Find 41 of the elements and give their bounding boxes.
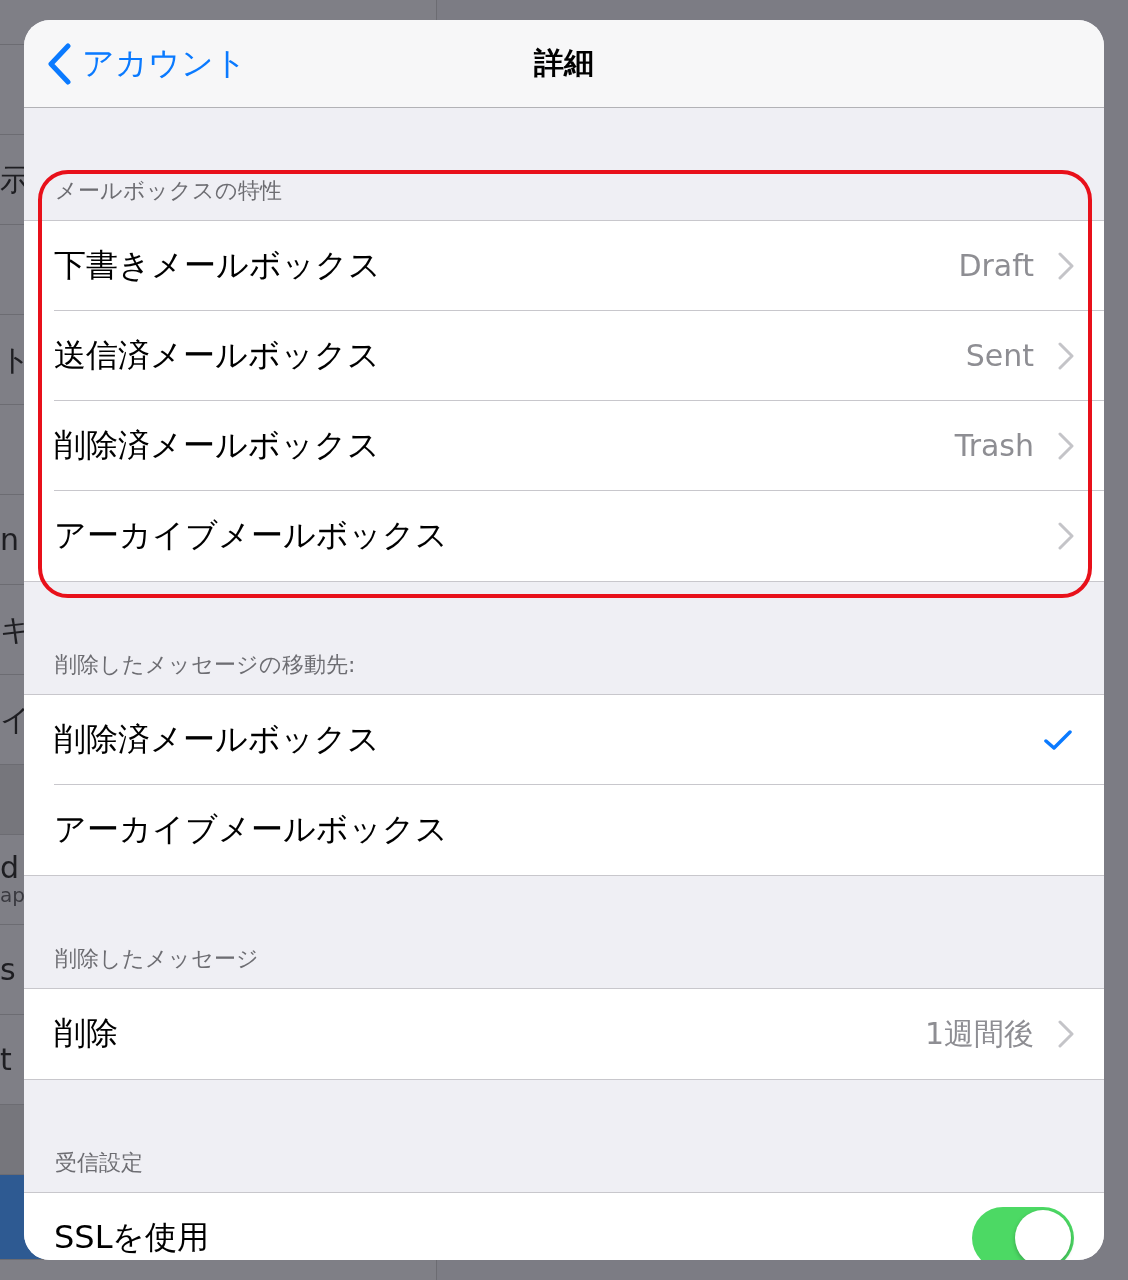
chevron-icon	[1058, 251, 1074, 280]
row-value: Sent	[965, 338, 1034, 373]
toggle-switch[interactable]	[972, 1207, 1074, 1260]
settings-row[interactable]: 削除済メールボックス	[54, 695, 1104, 785]
settings-row[interactable]: 送信済メールボックス Sent	[54, 311, 1104, 401]
list-item-text: d	[0, 852, 20, 883]
chevron-icon	[1058, 341, 1074, 370]
row-label: SSLを使用	[54, 1217, 211, 1258]
section-header: 削除したメッセージ	[55, 945, 259, 973]
settings-row[interactable]: アーカイブメールボックス	[54, 785, 1104, 875]
sheet-title: 詳細	[534, 44, 594, 82]
chevron-icon	[1058, 431, 1074, 460]
row-label: アーカイブメールボックス	[54, 809, 449, 850]
settings-row[interactable]: アーカイブメールボックス	[54, 491, 1104, 581]
row-value: Trash	[954, 428, 1034, 463]
row-value: 1週間後	[924, 1014, 1034, 1053]
back-button[interactable]: アカウント	[46, 42, 247, 86]
chevron-icon	[1058, 522, 1074, 550]
list-item-text: イ	[0, 704, 31, 735]
row-label: 削除済メールボックス	[54, 424, 381, 466]
settings-row[interactable]: 下書きメールボックス Draft	[54, 221, 1104, 311]
row-label: 削除済メールボックス	[54, 718, 381, 760]
list-item-text: n	[0, 524, 19, 555]
row-label: 送信済メールボックス	[54, 334, 381, 376]
settings-row[interactable]: SSLを使用	[54, 1193, 1104, 1260]
row-label: アーカイブメールボックス	[54, 515, 449, 556]
row-label: 下書きメールボックス	[54, 244, 382, 286]
list-item-text: t	[0, 1044, 12, 1075]
row-value: Draft	[958, 248, 1034, 283]
list-item-subtext: ap	[0, 882, 25, 907]
section-header: メールボックスの特性	[55, 177, 282, 205]
back-chevron-icon	[46, 43, 72, 85]
settings-row[interactable]: 削除済メールボックス Trash	[54, 401, 1104, 491]
list-item-text: ト	[0, 344, 31, 375]
section-header: 削除したメッセージの移動先:	[55, 651, 356, 679]
list-item-text: s	[0, 954, 16, 985]
settings-row[interactable]: 削除 1週間後	[54, 989, 1104, 1079]
row-label: 削除	[54, 1013, 119, 1054]
section-header: 受信設定	[55, 1149, 143, 1177]
list-item-text: キ	[0, 614, 31, 645]
chevron-icon	[1058, 1020, 1074, 1048]
